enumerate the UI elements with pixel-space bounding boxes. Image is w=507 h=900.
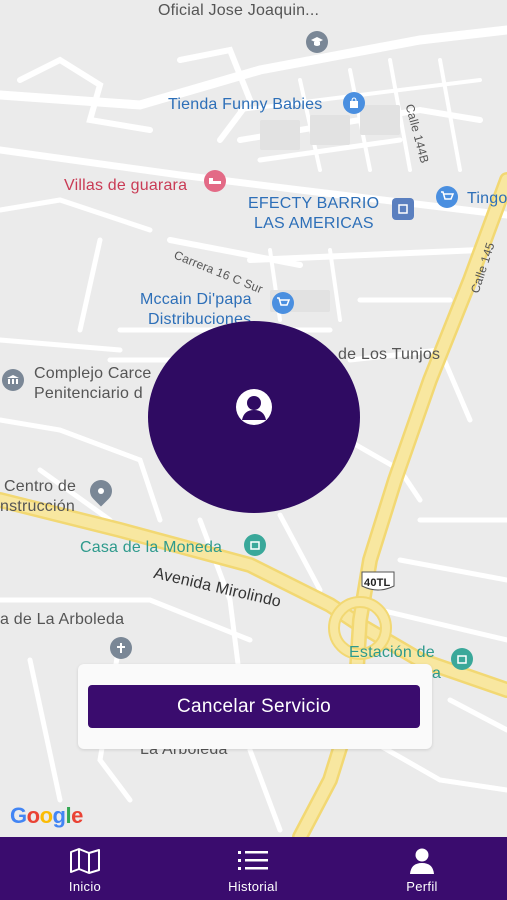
map-label-tunjos: de Los Tunjos [338,346,441,363]
museum-icon-2[interactable] [451,648,473,670]
map-label-efecty-1: EFECTY BARRIO [248,195,380,212]
tab-perfil[interactable]: Perfil [367,837,477,900]
person-icon [408,847,436,875]
map-label-complejo-2: Penitenciario d [34,385,143,402]
tab-historial[interactable]: Historial [198,837,308,900]
tab-label-historial: Historial [228,879,278,894]
list-icon [237,847,269,875]
tab-inicio[interactable]: Inicio [30,837,140,900]
map-label-moneda: Casa de la Moneda [80,539,223,556]
hotel-icon[interactable] [204,170,226,192]
museum-icon[interactable] [244,534,266,556]
school-icon[interactable] [306,31,328,53]
map-label-centro-1: Centro de [4,478,77,495]
bank-icon[interactable] [392,198,414,220]
government-icon[interactable] [2,369,24,391]
route-label: 40TL [364,577,391,589]
map-label-tingo: Tingo [467,190,507,207]
map-icon [69,847,101,875]
church-icon[interactable] [110,637,132,659]
tab-label-inicio: Inicio [68,879,102,894]
tab-label-perfil: Perfil [406,879,438,894]
cart-icon[interactable] [436,186,458,208]
cancel-service-button[interactable]: Cancelar Servicio [88,685,420,728]
map-label-estacion: Estación de [349,644,435,661]
map-label-mccain-1: Mccain Di'papa [140,291,252,308]
map-label-centro-2: nstrucción [0,498,75,515]
user-avatar-icon[interactable] [236,389,272,425]
map-label-efecty-2: LAS AMERICAS [254,215,374,232]
map-label-arboleda: a de La Arboleda [0,611,125,628]
cart-icon-2[interactable] [272,292,294,314]
map-label-villas: Villas de guarara [64,177,188,194]
map-label-complejo-1: Complejo Carce [34,365,152,382]
google-logo: Google [10,803,83,828]
shopping-bag-icon[interactable] [343,92,365,114]
map-label-estacion-2: a [432,665,442,682]
bottom-tab-bar: Inicio Historial Perfil [0,837,507,900]
map-label-school: Oficial Jose Joaquin... [158,2,320,19]
map-label-store-babies: Tienda Funny Babies [168,96,323,113]
